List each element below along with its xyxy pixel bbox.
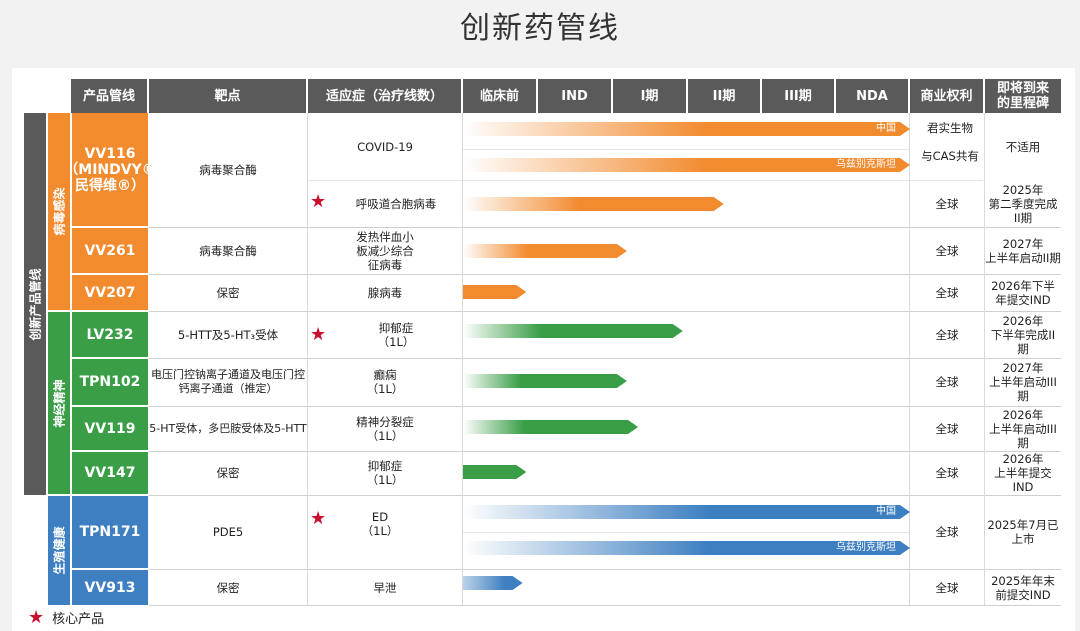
header-rights: 商业权利 (910, 79, 983, 113)
area-neuropsychiatry: 神经精神 (48, 312, 70, 494)
milestone-vv913: 2025年年末 前提交IND (991, 573, 1055, 602)
rights-vv116-covid-2: 与CAS共有 (921, 149, 979, 163)
header-indication: 适应症（治疗线数） (308, 79, 461, 113)
milestone-tpn102: 2027年 上半年启动III期 (989, 361, 1057, 403)
indication-vv116-covid: COVID-19 (357, 139, 413, 154)
product-vv147: VV147 (72, 452, 148, 494)
bar-label-china: 中国 (876, 506, 896, 517)
rights-vv207: 全球 (935, 285, 959, 300)
progress-bar-tpn171-uzbekistan: 乌兹别克斯坦 (463, 541, 910, 555)
header-phase-preclinical: 临床前 (463, 79, 536, 113)
indication-tpn171: ED （1L） (361, 509, 399, 538)
bar-label-china: 中国 (876, 123, 896, 134)
progress-bar-vv207 (463, 285, 526, 299)
indication-vv116-rsv: 呼吸道合胞病毒 (355, 196, 437, 211)
legend-label: 核心产品 (52, 612, 105, 627)
product-vv116: VV116 （MINDVY® 民得维®） (64, 113, 156, 226)
indication-vv147: 抑郁症 （1L） (366, 459, 404, 487)
rights-vv119: 全球 (935, 421, 959, 436)
product-vv119: VV119 (72, 407, 148, 450)
target-vv207: 保密 (216, 285, 240, 300)
milestone-vv261: 2027年 上半年启动II期 (985, 236, 1061, 265)
area-reproductive-health: 生殖健康 (48, 496, 70, 605)
core-product-star-lv232: ★ (310, 324, 327, 345)
product-tpn102: TPN102 (72, 359, 148, 405)
header-product: 产品管线 (71, 79, 147, 113)
milestone-vv116-rsv: 2025年 第二季度完成 II期 (988, 182, 1058, 225)
target-lv232: 5-HTT及5-HT₃受体 (177, 327, 279, 342)
header-phase-nda: NDA (836, 79, 908, 113)
header-target: 靶点 (149, 79, 306, 113)
header-milestone: 即将到来 的里程碑 (985, 79, 1061, 113)
header-phase-2: II期 (688, 79, 760, 113)
milestone-lv232: 2026年 下半年完成II 期 (990, 313, 1056, 356)
rights-tpn171: 全球 (935, 525, 959, 539)
progress-bar-tpn102 (463, 374, 627, 388)
target-vv913: 保密 (216, 580, 240, 595)
header-phase-1: I期 (613, 79, 686, 113)
milestone-vv116-covid: 不适用 (1005, 139, 1041, 154)
progress-bar-vv913 (463, 576, 523, 590)
legend: ★ 核心产品 (28, 608, 104, 627)
rights-vv147: 全球 (935, 466, 959, 480)
target-vv261: 病毒聚合酶 (199, 243, 257, 258)
progress-bar-vv119 (463, 420, 638, 434)
product-vv207: VV207 (72, 275, 148, 310)
header-phase-ind: IND (538, 79, 611, 113)
product-vv913: VV913 (72, 570, 148, 605)
target-tpn102: 电压门控钠离子通道及电压门控 钙离子通道（推定） (151, 368, 305, 395)
rights-vv116-rsv: 全球 (935, 196, 959, 211)
milestone-vv119: 2026年 上半年启动III期 (989, 407, 1057, 450)
product-tpn171: TPN171 (72, 496, 148, 568)
bar-label-uzbekistan: 乌兹别克斯坦 (836, 159, 896, 170)
core-product-star-icon: ★ (28, 606, 45, 628)
rights-vv116-covid-1: 君实生物 (927, 121, 973, 135)
milestone-vv147: 2026年 上半年提交 IND (994, 452, 1052, 494)
target-vv147: 保密 (216, 466, 240, 480)
rights-vv913: 全球 (935, 580, 959, 595)
target-vv116: 病毒聚合酶 (199, 162, 257, 177)
target-vv119: 5-HT受体，多巴胺受体及5-HTT (149, 421, 307, 435)
progress-bar-lv232 (463, 324, 683, 338)
rights-vv261: 全球 (935, 243, 959, 258)
indication-tpn102: 癫痫 （1L） (366, 368, 404, 396)
rights-tpn102: 全球 (935, 375, 959, 389)
indication-vv913: 早泄 (373, 580, 397, 595)
target-tpn171: PDE5 (212, 525, 244, 539)
indication-vv119: 精神分裂症 （1L） (356, 414, 414, 443)
milestone-vv207: 2026年下半 年提交IND (991, 278, 1055, 307)
product-vv261: VV261 (72, 228, 148, 273)
indication-vv261: 发热伴血小 板减少综合 征病毒 (356, 229, 414, 272)
bar-label-uzbekistan: 乌兹别克斯坦 (836, 542, 896, 553)
pipeline-table: 产品管线 靶点 适应症（治疗线数） 临床前 IND I期 II期 III期 ND… (12, 68, 1075, 631)
progress-bar-vv147 (463, 465, 526, 479)
progress-bar-vv261 (463, 244, 627, 258)
progress-bar-tpn171-china: 中国 (463, 505, 910, 519)
indication-vv207: 腺病毒 (367, 285, 403, 300)
core-product-star-tpn171: ★ (310, 508, 327, 529)
progress-bar-vv116-uzbekistan: 乌兹别克斯坦 (463, 158, 910, 172)
category-innovative-pipeline: 创新产品管线 (24, 113, 46, 495)
product-lv232: LV232 (72, 312, 148, 357)
rights-lv232: 全球 (935, 327, 959, 342)
page-title: 创新药管线 (460, 11, 620, 46)
progress-bar-vv116-rsv (463, 197, 724, 211)
area-viral-infection: 病毒感染 (48, 113, 70, 310)
core-product-star-vv116: ★ (310, 191, 327, 212)
milestone-tpn171: 2025年7月已 上市 (987, 518, 1059, 546)
header-phase-3: III期 (762, 79, 834, 113)
progress-bar-vv116-china: 中国 (463, 122, 910, 136)
indication-lv232: 抑郁症 （1L） (377, 320, 415, 349)
